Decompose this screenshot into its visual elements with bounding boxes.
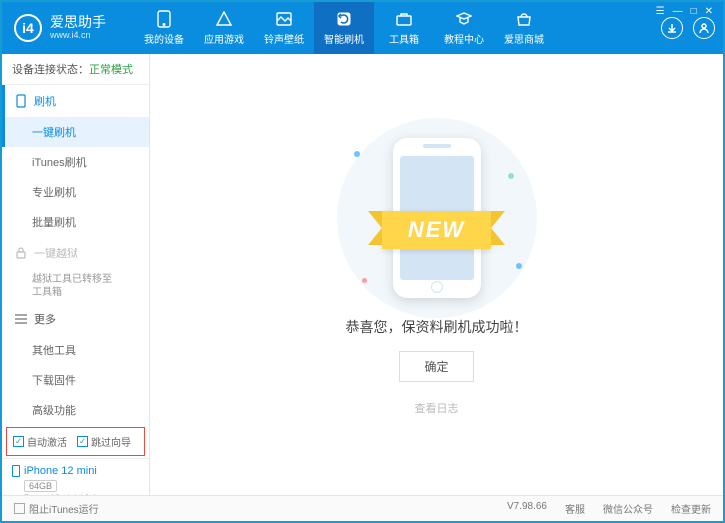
user-button[interactable] bbox=[693, 17, 715, 39]
sidebar-item-advanced[interactable]: 高级功能 bbox=[2, 395, 149, 425]
nav-store[interactable]: 爱思商城 bbox=[494, 2, 554, 54]
body: 设备连接状态：正常模式 刷机 一键刷机 iTunes刷机 专业刷机 批量刷机 一… bbox=[2, 54, 723, 495]
jailbreak-note: 越狱工具已转移至 工具箱 bbox=[2, 269, 149, 303]
checkbox-auto-activate[interactable]: ✓ 自动激活 bbox=[13, 434, 67, 449]
checkbox-icon bbox=[14, 503, 25, 514]
sidebar-item-pro-flash[interactable]: 专业刷机 bbox=[2, 177, 149, 207]
nav-my-device[interactable]: 我的设备 bbox=[134, 2, 194, 54]
new-ribbon: NEW bbox=[382, 211, 491, 249]
section-more[interactable]: 更多 bbox=[2, 303, 149, 335]
sidebar-item-batch-flash[interactable]: 批量刷机 bbox=[2, 207, 149, 237]
nav-flash[interactable]: 智能刷机 bbox=[314, 2, 374, 54]
sidebar-item-other-tools[interactable]: 其他工具 bbox=[2, 335, 149, 365]
nav-toolbox[interactable]: 工具箱 bbox=[374, 2, 434, 54]
sidebar-item-oneclick-flash[interactable]: 一键刷机 bbox=[2, 117, 149, 147]
lock-icon bbox=[14, 246, 28, 260]
nav-apps-games[interactable]: 应用游戏 bbox=[194, 2, 254, 54]
checkbox-label: 跳过向导 bbox=[91, 434, 131, 449]
nav-ringtones[interactable]: 铃声壁纸 bbox=[254, 2, 314, 54]
app-name: 爱思助手 bbox=[50, 15, 106, 30]
maximize-icon[interactable]: □ bbox=[691, 6, 697, 17]
nav-label: 爱思商城 bbox=[504, 31, 544, 46]
footer: 阻止iTunes运行 V7.98.66 客服 微信公众号 检查更新 bbox=[2, 495, 723, 521]
section-jailbreak: 一键越狱 bbox=[2, 237, 149, 269]
nav-label: 铃声壁纸 bbox=[264, 31, 304, 46]
nav-label: 我的设备 bbox=[144, 31, 184, 46]
version-label: V7.98.66 bbox=[507, 501, 547, 516]
conn-status-value: 正常模式 bbox=[89, 64, 133, 76]
customer-service-link[interactable]: 客服 bbox=[565, 501, 585, 516]
list-icon bbox=[14, 312, 28, 326]
section-label: 刷机 bbox=[34, 93, 56, 109]
wechat-link[interactable]: 微信公众号 bbox=[603, 501, 653, 516]
header-right-buttons bbox=[661, 17, 715, 39]
toolbox-icon bbox=[395, 10, 413, 28]
window-controls-top: ☰ — □ ✕ bbox=[656, 6, 713, 17]
checkbox-row: ✓ 自动激活 ✓ 跳过向导 bbox=[6, 427, 145, 456]
flash-icon bbox=[335, 10, 353, 28]
checkbox-icon: ✓ bbox=[13, 436, 24, 447]
nav-label: 智能刷机 bbox=[324, 31, 364, 46]
section-label: 一键越狱 bbox=[34, 245, 78, 261]
minimize-icon[interactable]: — bbox=[673, 6, 683, 17]
sidebar: 设备连接状态：正常模式 刷机 一键刷机 iTunes刷机 专业刷机 批量刷机 一… bbox=[2, 54, 150, 495]
ok-button[interactable]: 确定 bbox=[399, 351, 473, 382]
logo-icon: i4 bbox=[14, 14, 42, 42]
device-icon bbox=[155, 10, 173, 28]
titlebar: i4 爱思助手 www.i4.cn 我的设备 应用游戏 铃声壁纸 智能刷机 bbox=[2, 2, 723, 54]
success-message: 恭喜您，保资料刷机成功啦！ bbox=[346, 317, 528, 337]
nav-label: 工具箱 bbox=[389, 31, 419, 46]
hero-illustration: NEW bbox=[302, 133, 572, 303]
device-panel[interactable]: iPhone 12 mini 64GB Down-12mini-13,1 bbox=[2, 458, 149, 495]
checkbox-icon: ✓ bbox=[77, 436, 88, 447]
sidebar-item-download-fw[interactable]: 下载固件 bbox=[2, 365, 149, 395]
phone-icon bbox=[14, 94, 28, 108]
section-flash[interactable]: 刷机 bbox=[2, 85, 149, 117]
app-window: ☰ — □ ✕ i4 爱思助手 www.i4.cn 我的设备 应用游戏 铃声壁纸 bbox=[0, 0, 725, 523]
store-icon bbox=[515, 10, 533, 28]
nav-label: 应用游戏 bbox=[204, 31, 244, 46]
download-button[interactable] bbox=[661, 17, 683, 39]
checkbox-label: 阻止iTunes运行 bbox=[29, 501, 99, 516]
check-update-link[interactable]: 检查更新 bbox=[671, 501, 711, 516]
close-icon[interactable]: ✕ bbox=[705, 6, 713, 17]
top-nav: 我的设备 应用游戏 铃声壁纸 智能刷机 工具箱 教程中心 bbox=[134, 2, 661, 54]
menu-icon[interactable]: ☰ bbox=[656, 6, 665, 17]
checkbox-block-itunes[interactable]: 阻止iTunes运行 bbox=[14, 501, 99, 516]
nav-label: 教程中心 bbox=[444, 31, 484, 46]
conn-label: 设备连接状态： bbox=[12, 64, 89, 76]
section-label: 更多 bbox=[34, 311, 56, 327]
device-name-row: iPhone 12 mini bbox=[12, 465, 139, 477]
apps-icon bbox=[215, 10, 233, 28]
nav-tutorial[interactable]: 教程中心 bbox=[434, 2, 494, 54]
view-log-link[interactable]: 查看日志 bbox=[415, 400, 459, 416]
app-url: www.i4.cn bbox=[50, 31, 106, 41]
checkbox-label: 自动激活 bbox=[27, 434, 67, 449]
main-content: NEW 恭喜您，保资料刷机成功啦！ 确定 查看日志 bbox=[150, 54, 723, 495]
tutorial-icon bbox=[455, 10, 473, 28]
sidebar-item-itunes-flash[interactable]: iTunes刷机 bbox=[2, 147, 149, 177]
connection-status: 设备连接状态：正常模式 bbox=[2, 54, 149, 85]
device-icon bbox=[12, 465, 20, 477]
device-name: iPhone 12 mini bbox=[24, 465, 97, 477]
wallpaper-icon bbox=[275, 10, 293, 28]
checkbox-skip-wizard[interactable]: ✓ 跳过向导 bbox=[77, 434, 131, 449]
app-logo: i4 爱思助手 www.i4.cn bbox=[14, 14, 134, 42]
device-capacity: 64GB bbox=[24, 480, 57, 492]
